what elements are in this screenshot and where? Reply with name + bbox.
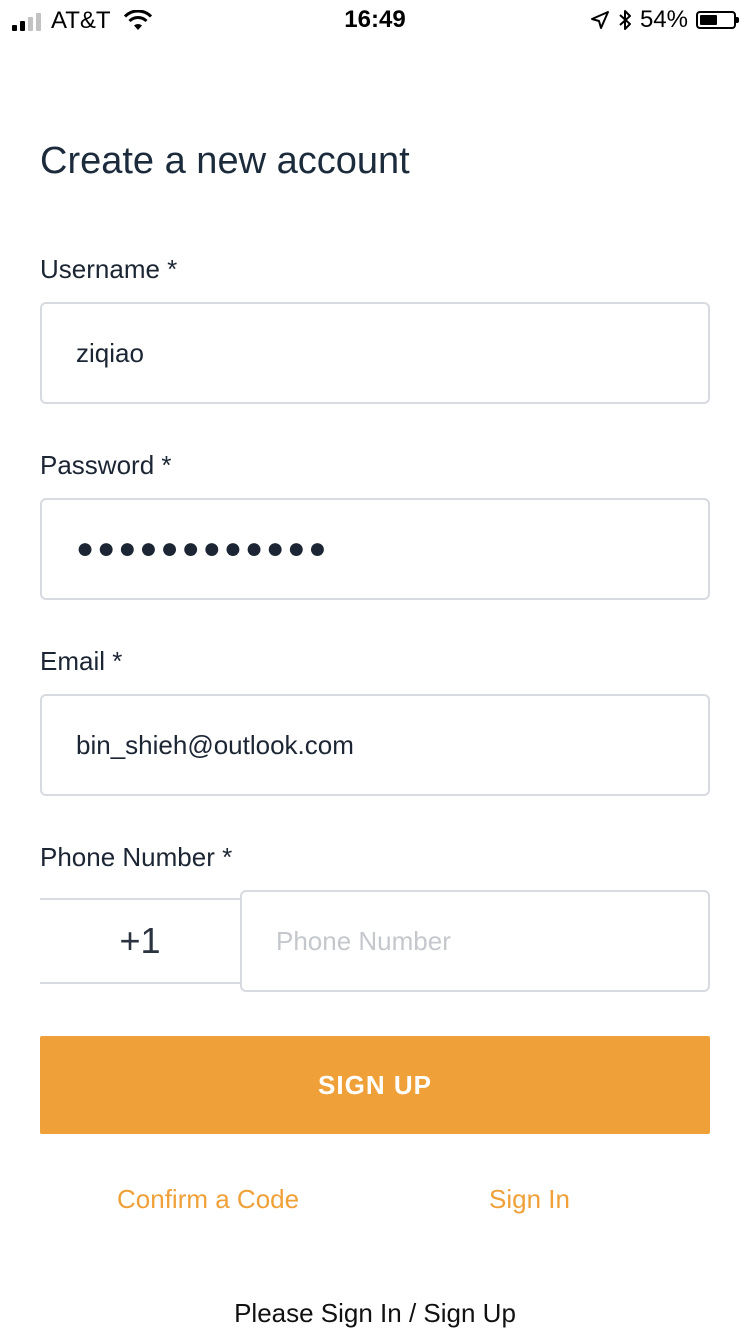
battery-level-fill	[700, 15, 718, 25]
password-label: Password *	[40, 450, 172, 480]
location-arrow-icon	[590, 11, 609, 29]
email-input[interactable]	[40, 694, 710, 796]
battery-percent: 54%	[639, 6, 688, 33]
bluetooth-icon	[619, 10, 631, 30]
sign-in-link[interactable]: Sign In	[489, 1184, 570, 1215]
country-code-value: +1	[119, 920, 161, 961]
confirm-code-link[interactable]: Confirm a Code	[117, 1184, 299, 1215]
footer-message: Please Sign In / Sign Up	[234, 1298, 516, 1328]
sign-up-button[interactable]: SIGN UP	[40, 1036, 710, 1134]
phone-number-label: Phone Number *	[40, 842, 233, 872]
email-label: Email *	[40, 646, 123, 676]
page-title: Create a new account	[40, 140, 410, 182]
battery-icon	[696, 11, 739, 29]
password-input[interactable]	[40, 498, 710, 600]
username-input[interactable]	[40, 302, 710, 404]
phone-number-input[interactable]	[240, 890, 710, 992]
status-bar: AT&T 16:49 54%	[0, 0, 750, 40]
username-label: Username *	[40, 254, 178, 284]
status-bar-right: 54%	[590, 6, 739, 34]
country-code-selector[interactable]: +1	[40, 898, 240, 984]
